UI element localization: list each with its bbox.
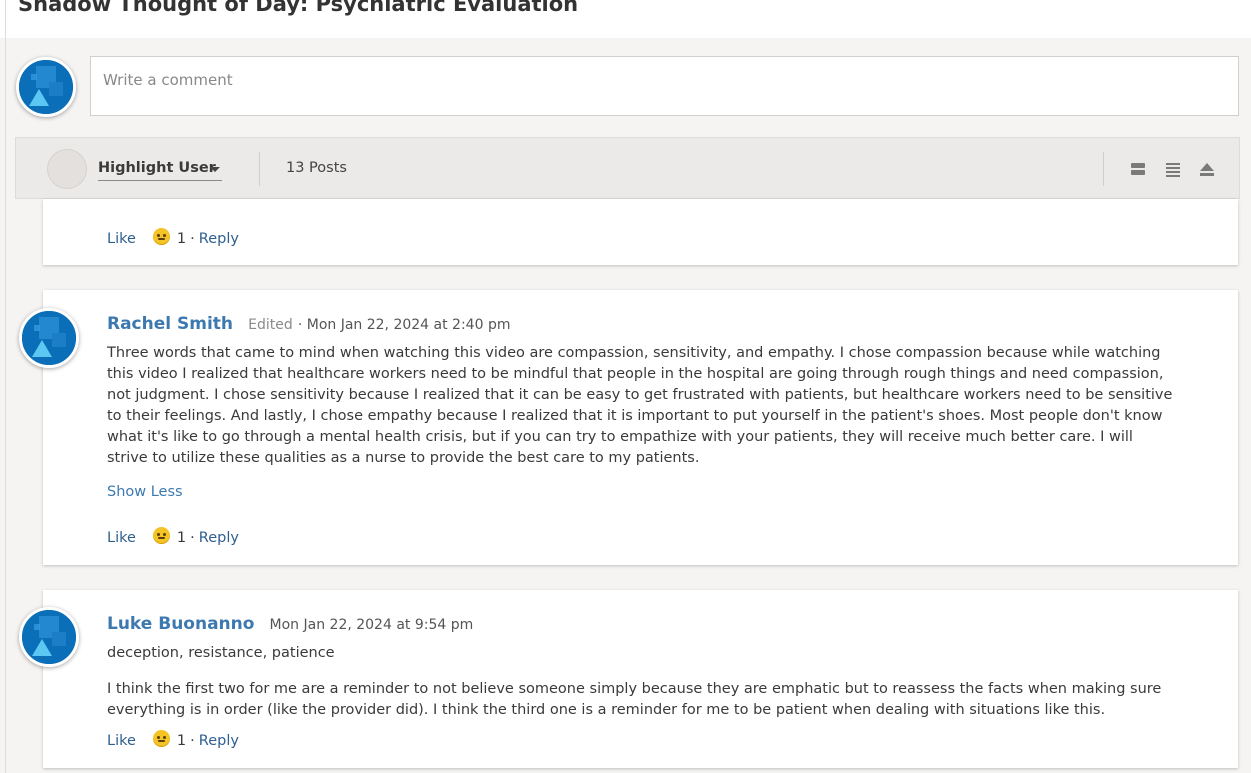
separator-dot: · bbox=[190, 230, 195, 247]
like-button[interactable]: Like bbox=[107, 231, 136, 247]
reaction-count: 1 bbox=[176, 732, 187, 749]
posts-count: 13 Posts bbox=[286, 160, 347, 176]
post-card: Luke Buonanno Mon Jan 22, 2024 at 9:54 p… bbox=[43, 590, 1238, 768]
like-button[interactable]: Like bbox=[107, 530, 136, 546]
separator-dot: · bbox=[190, 529, 195, 546]
author-avatar[interactable] bbox=[19, 607, 79, 667]
post-actions: Like 1 · Reply bbox=[107, 527, 239, 546]
list-view-icon[interactable] bbox=[1164, 160, 1182, 178]
separator-dot: · bbox=[190, 732, 195, 749]
post-card: Like 1 · Reply bbox=[43, 199, 1238, 265]
chevron-down-icon bbox=[210, 167, 220, 172]
author-name[interactable]: Rachel Smith bbox=[107, 314, 233, 334]
post-date: · Mon Jan 22, 2024 at 2:40 pm bbox=[297, 317, 511, 333]
post-card: Rachel Smith Edited · Mon Jan 22, 2024 a… bbox=[43, 290, 1238, 565]
post-body: I think the first two for me are a remin… bbox=[107, 681, 1162, 718]
left-border bbox=[5, 0, 6, 773]
post-body-line: deception, resistance, patience bbox=[107, 645, 335, 661]
collapsed-view-icon[interactable] bbox=[1129, 160, 1147, 178]
post-header: Luke Buonanno Mon Jan 22, 2024 at 9:54 p… bbox=[107, 614, 473, 634]
like-button[interactable]: Like bbox=[107, 733, 136, 749]
highlight-user-label: Highlight User bbox=[98, 160, 216, 176]
comment-input[interactable]: Write a comment bbox=[90, 56, 1239, 116]
post-actions: Like 1 · Reply bbox=[107, 730, 239, 749]
post-actions: Like 1 · Reply bbox=[107, 228, 239, 247]
toolbar-divider bbox=[259, 152, 260, 186]
show-less-link[interactable]: Show Less bbox=[107, 484, 183, 500]
discussion-toolbar: Highlight User 13 Posts bbox=[15, 137, 1240, 199]
page-title: Shadow Thought of Day: Psychiatric Evalu… bbox=[18, 0, 579, 16]
reply-button[interactable]: Reply bbox=[199, 231, 239, 247]
highlight-user-avatar bbox=[47, 149, 87, 189]
smiley-reaction-icon[interactable] bbox=[152, 527, 170, 544]
reply-button[interactable]: Reply bbox=[199, 530, 239, 546]
smiley-reaction-icon[interactable] bbox=[152, 228, 170, 245]
reaction-count: 1 bbox=[176, 230, 187, 247]
reply-button[interactable]: Reply bbox=[199, 733, 239, 749]
highlight-user-dropdown[interactable]: Highlight User bbox=[98, 160, 222, 181]
smiley-reaction-icon[interactable] bbox=[152, 730, 170, 747]
author-name[interactable]: Luke Buonanno bbox=[107, 614, 254, 634]
post-body: Three words that came to mind when watch… bbox=[107, 345, 1173, 466]
reaction-count: 1 bbox=[176, 529, 187, 546]
post-date: Mon Jan 22, 2024 at 9:54 pm bbox=[269, 617, 474, 633]
post-header: Rachel Smith Edited · Mon Jan 22, 2024 a… bbox=[107, 314, 510, 334]
current-user-avatar bbox=[16, 57, 76, 117]
edited-label: Edited bbox=[248, 317, 293, 333]
collapse-all-icon[interactable] bbox=[1198, 160, 1216, 178]
author-avatar[interactable] bbox=[19, 308, 79, 368]
toolbar-divider bbox=[1103, 152, 1104, 186]
